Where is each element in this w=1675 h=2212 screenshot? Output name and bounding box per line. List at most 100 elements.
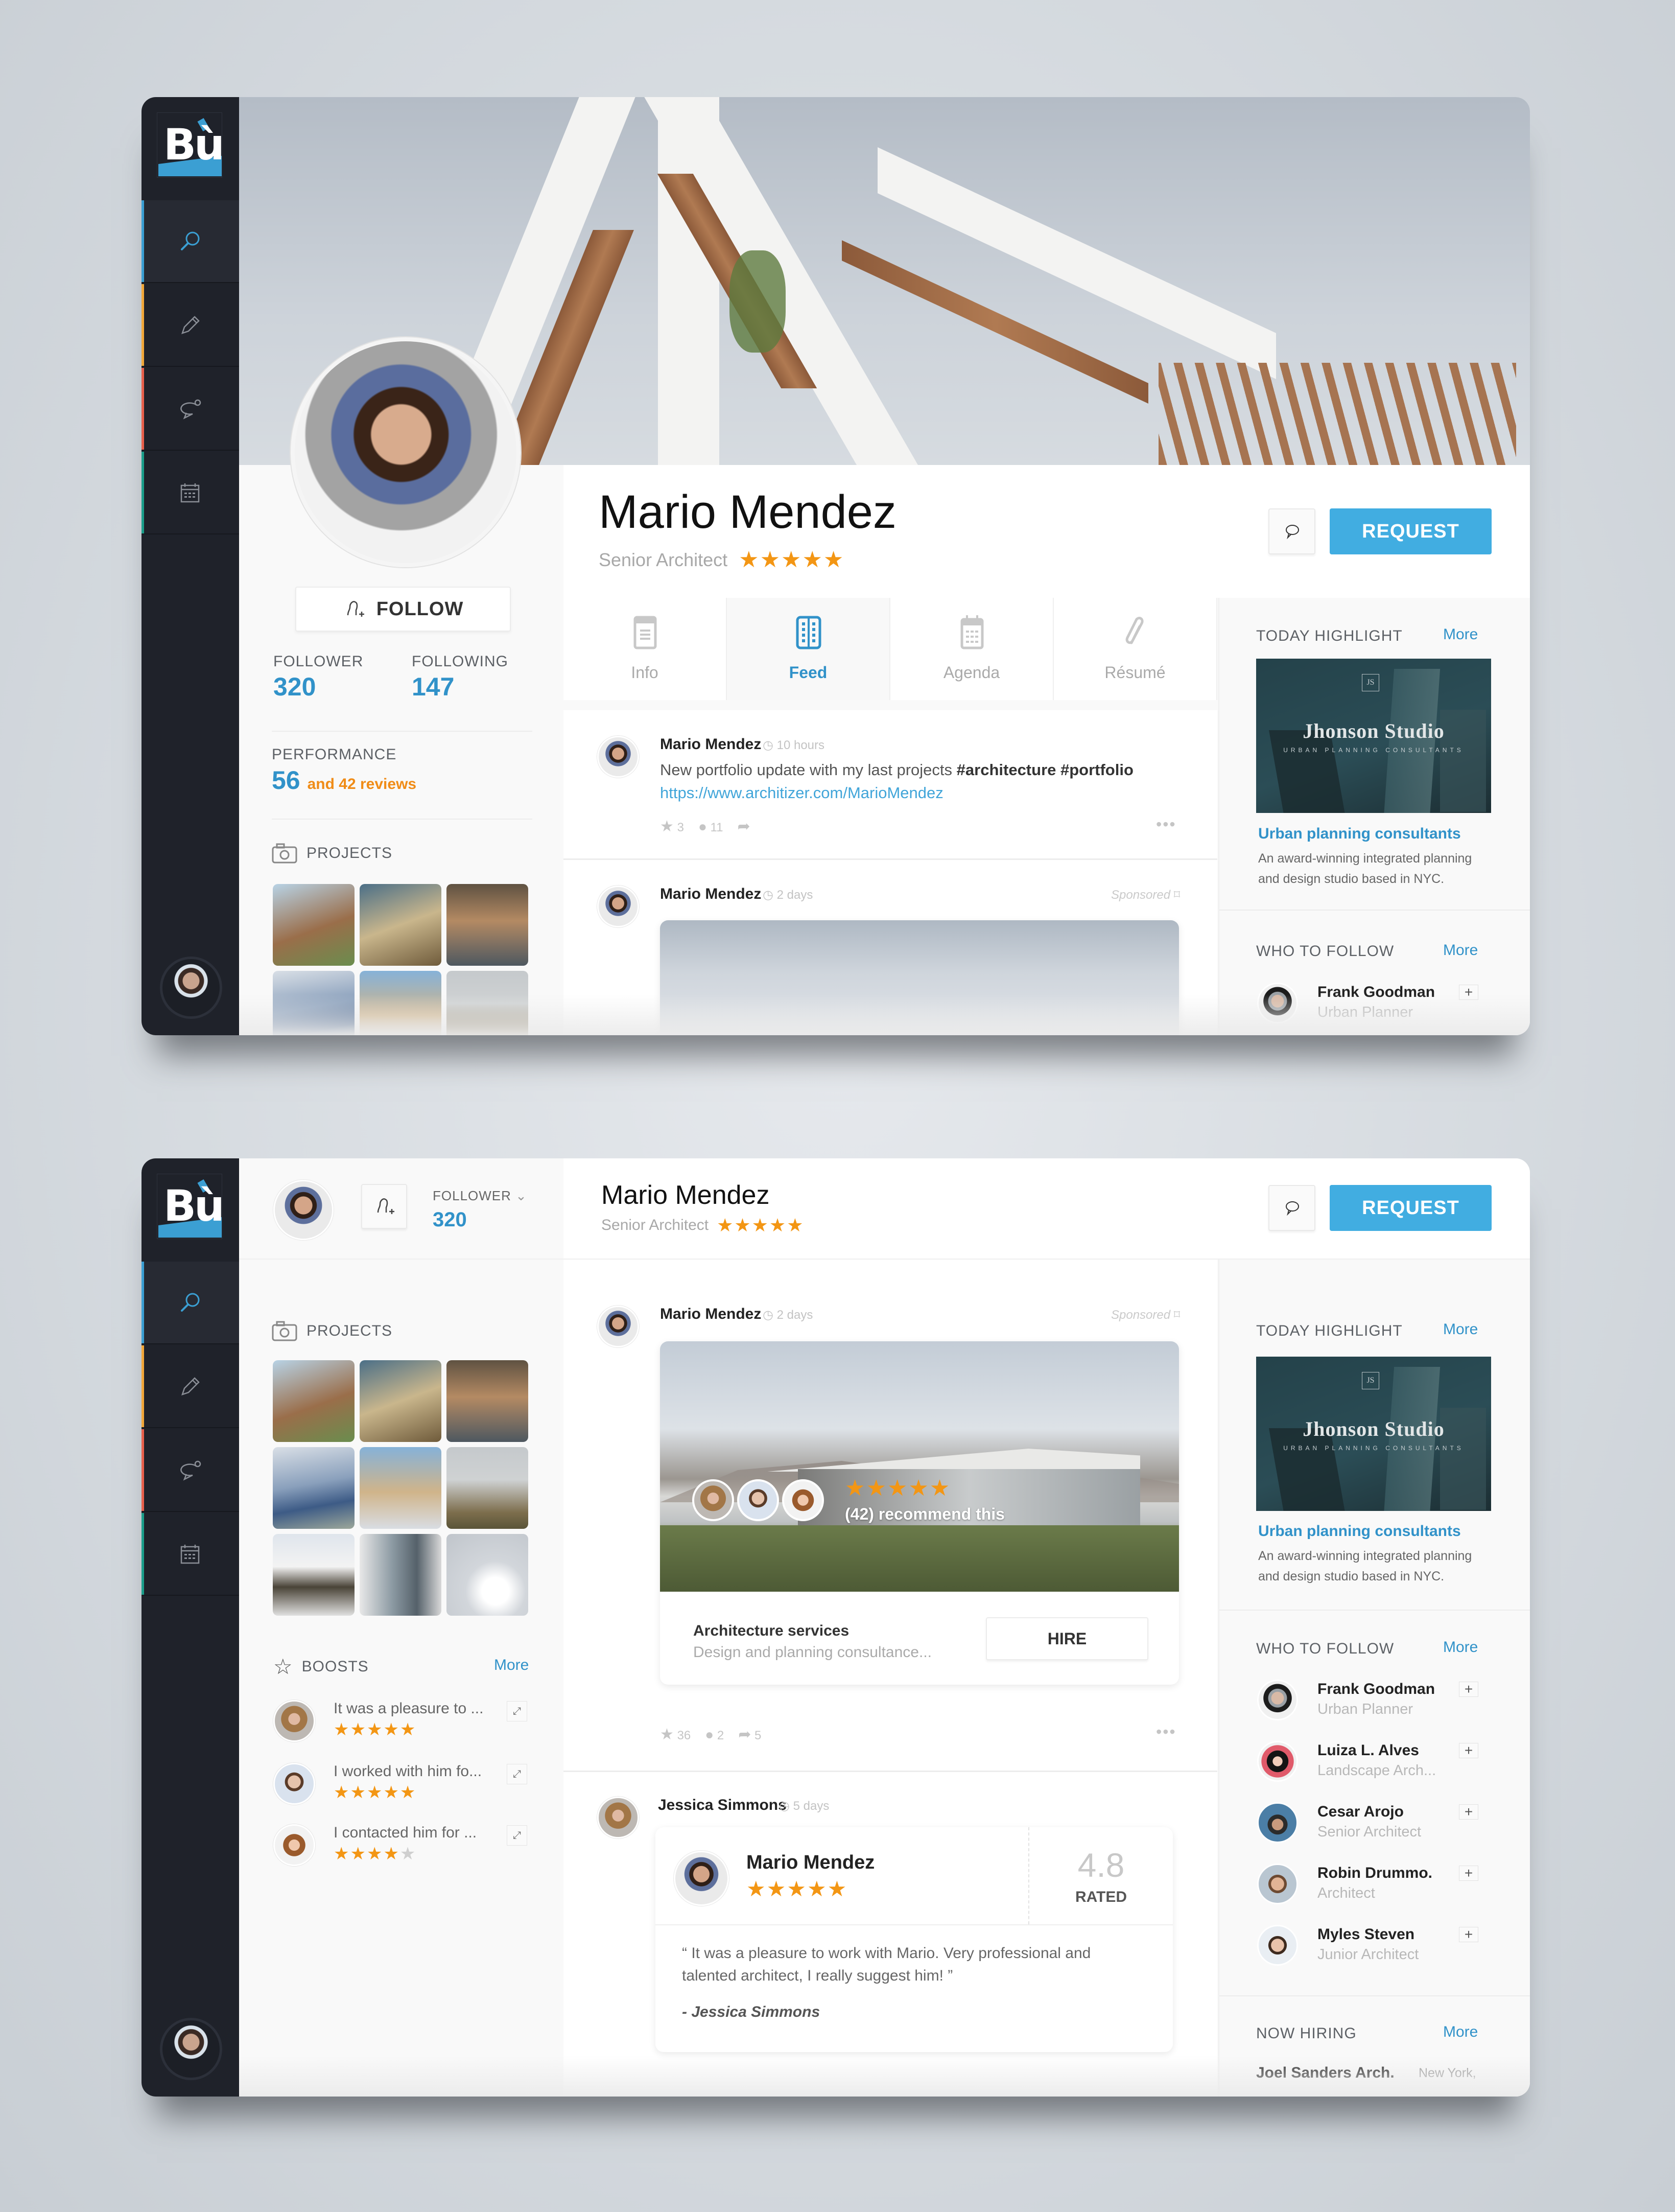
follow-icon-button[interactable]: [361, 1184, 407, 1229]
logo[interactable]: Bù: [157, 112, 225, 178]
boosts-more-link[interactable]: More: [494, 1657, 529, 1674]
project-thumbnail[interactable]: [446, 1447, 528, 1529]
user-avatar[interactable]: [1257, 1680, 1298, 1720]
follower-dropdown[interactable]: FOLLOWER ⌄: [433, 1188, 527, 1204]
project-thumbnail[interactable]: [273, 1360, 355, 1442]
sidebar-item-messages[interactable]: [141, 1429, 239, 1512]
reviewer-avatar[interactable]: [273, 1700, 315, 1742]
more-options-icon[interactable]: •••: [1156, 815, 1176, 834]
project-thumbnail[interactable]: [360, 884, 441, 966]
user-avatar[interactable]: [1257, 1802, 1298, 1843]
request-button[interactable]: REQUEST: [1330, 508, 1492, 554]
project-thumbnail[interactable]: [360, 1534, 441, 1616]
sidebar-item-calendar[interactable]: [141, 452, 239, 534]
project-thumbnail[interactable]: [360, 971, 441, 1035]
highlight-more-link[interactable]: More: [1443, 626, 1478, 643]
highlight-more-link[interactable]: More: [1443, 1321, 1478, 1338]
follow-plus-button[interactable]: +: [1459, 985, 1478, 1000]
follower-count[interactable]: 320: [273, 672, 316, 702]
hiring-company[interactable]: Joel Sanders Arch.: [1256, 2064, 1395, 2082]
share-button[interactable]: ➦ 5: [738, 1726, 761, 1743]
highlight-image[interactable]: JS Jhonson Studio URBAN PLANNING CONSULT…: [1256, 1357, 1491, 1511]
post-author[interactable]: Jessica Simmons: [658, 1797, 787, 1814]
project-thumbnail[interactable]: [446, 971, 528, 1035]
current-user-avatar[interactable]: [160, 2018, 222, 2080]
who-to-follow-more-link[interactable]: More: [1443, 942, 1478, 959]
post-author-avatar[interactable]: [597, 886, 639, 927]
project-thumbnail[interactable]: [446, 884, 528, 966]
highlight-image[interactable]: JS Jhonson Studio URBAN PLANNING CONSULT…: [1256, 659, 1491, 813]
post-author[interactable]: Mario Mendez: [660, 736, 761, 753]
project-thumbnail[interactable]: [273, 1447, 355, 1529]
more-options-icon[interactable]: •••: [1156, 1722, 1176, 1741]
sidebar-item-calendar[interactable]: [141, 1513, 239, 1596]
tab-feed[interactable]: Feed: [727, 598, 890, 700]
post-author[interactable]: Mario Mendez: [660, 1306, 761, 1323]
user-avatar[interactable]: [1257, 1864, 1298, 1904]
who-to-follow-more-link[interactable]: More: [1443, 1639, 1478, 1656]
sponsored-image[interactable]: [660, 920, 1179, 1035]
follow-plus-button[interactable]: +: [1459, 1804, 1478, 1820]
reviews-link[interactable]: and 42 reviews: [308, 776, 416, 793]
post-author-avatar[interactable]: [597, 736, 639, 778]
reviewer-avatar[interactable]: [273, 1763, 315, 1805]
current-user-avatar[interactable]: [160, 957, 222, 1019]
follow-plus-button[interactable]: +: [1459, 1866, 1478, 1881]
star-button[interactable]: ★ 3: [660, 818, 684, 835]
request-button[interactable]: REQUEST: [1330, 1185, 1492, 1231]
comment-button[interactable]: ● 2: [705, 1727, 724, 1743]
highlight-title[interactable]: Urban planning consultants: [1258, 1523, 1461, 1540]
comment-button[interactable]: ● 11: [698, 819, 723, 835]
post-author-avatar[interactable]: [597, 1797, 639, 1838]
reviewer-avatar[interactable]: [273, 1824, 315, 1866]
recommender-avatar[interactable]: [692, 1479, 734, 1521]
share-icon[interactable]: ➦: [737, 818, 750, 835]
sponsored-card: ★★★★★ (42) recommend this Architecture s…: [660, 1341, 1179, 1685]
highlight-title[interactable]: Urban planning consultants: [1258, 825, 1461, 843]
post-link[interactable]: https://www.architizer.com/MarioMendez: [660, 784, 943, 802]
recommend-count[interactable]: (42) recommend this: [845, 1505, 1005, 1524]
expand-icon[interactable]: ⤢: [507, 1825, 527, 1846]
sponsored-image[interactable]: ★★★★★ (42) recommend this: [660, 1341, 1179, 1592]
sidebar-item-search[interactable]: [141, 1262, 239, 1344]
project-thumbnail[interactable]: [360, 1360, 441, 1442]
project-thumbnail[interactable]: [273, 884, 355, 966]
tab-info[interactable]: Info: [563, 598, 727, 700]
star-button[interactable]: ★ 36: [660, 1726, 691, 1743]
bookmark-icon[interactable]: ⌑: [1174, 1308, 1180, 1322]
reviewed-avatar[interactable]: [674, 1851, 729, 1906]
hire-button[interactable]: HIRE: [986, 1617, 1148, 1660]
sidebar-item-messages[interactable]: [141, 368, 239, 451]
project-thumbnail[interactable]: [273, 1534, 355, 1616]
bookmark-icon[interactable]: ⌑: [1174, 888, 1180, 902]
message-button[interactable]: [1268, 508, 1315, 554]
follow-plus-button[interactable]: +: [1459, 1743, 1478, 1758]
follow-plus-button[interactable]: +: [1459, 1682, 1478, 1697]
sidebar-item-search[interactable]: [141, 200, 239, 283]
project-thumbnail[interactable]: [273, 971, 355, 1035]
follow-button[interactable]: FOLLOW: [295, 587, 511, 632]
user-avatar[interactable]: [1257, 983, 1298, 1023]
follower-count[interactable]: 320: [433, 1208, 467, 1231]
sidebar-item-edit[interactable]: [141, 284, 239, 367]
recommender-avatar[interactable]: [737, 1479, 779, 1521]
following-count[interactable]: 147: [412, 672, 454, 702]
post-author[interactable]: Mario Mendez: [660, 886, 761, 903]
project-thumbnail[interactable]: [446, 1534, 528, 1616]
tab-agenda[interactable]: Agenda: [890, 598, 1054, 700]
sidebar-item-edit[interactable]: [141, 1345, 239, 1428]
project-thumbnail[interactable]: [446, 1360, 528, 1442]
user-avatar[interactable]: [1257, 1925, 1298, 1966]
logo[interactable]: Bù: [157, 1174, 225, 1239]
project-thumbnail[interactable]: [360, 1447, 441, 1529]
user-avatar[interactable]: [1257, 1741, 1298, 1782]
tab-resume[interactable]: Résumé: [1054, 598, 1217, 700]
post-author-avatar[interactable]: [597, 1306, 639, 1347]
now-hiring-more-link[interactable]: More: [1443, 2023, 1478, 2041]
follow-plus-button[interactable]: +: [1459, 1927, 1478, 1942]
expand-icon[interactable]: ⤢: [507, 1764, 527, 1784]
reviewed-name[interactable]: Mario Mendez: [746, 1852, 875, 1874]
message-button[interactable]: [1268, 1185, 1315, 1231]
recommender-avatar[interactable]: [782, 1479, 824, 1521]
expand-icon[interactable]: ⤢: [507, 1701, 527, 1721]
